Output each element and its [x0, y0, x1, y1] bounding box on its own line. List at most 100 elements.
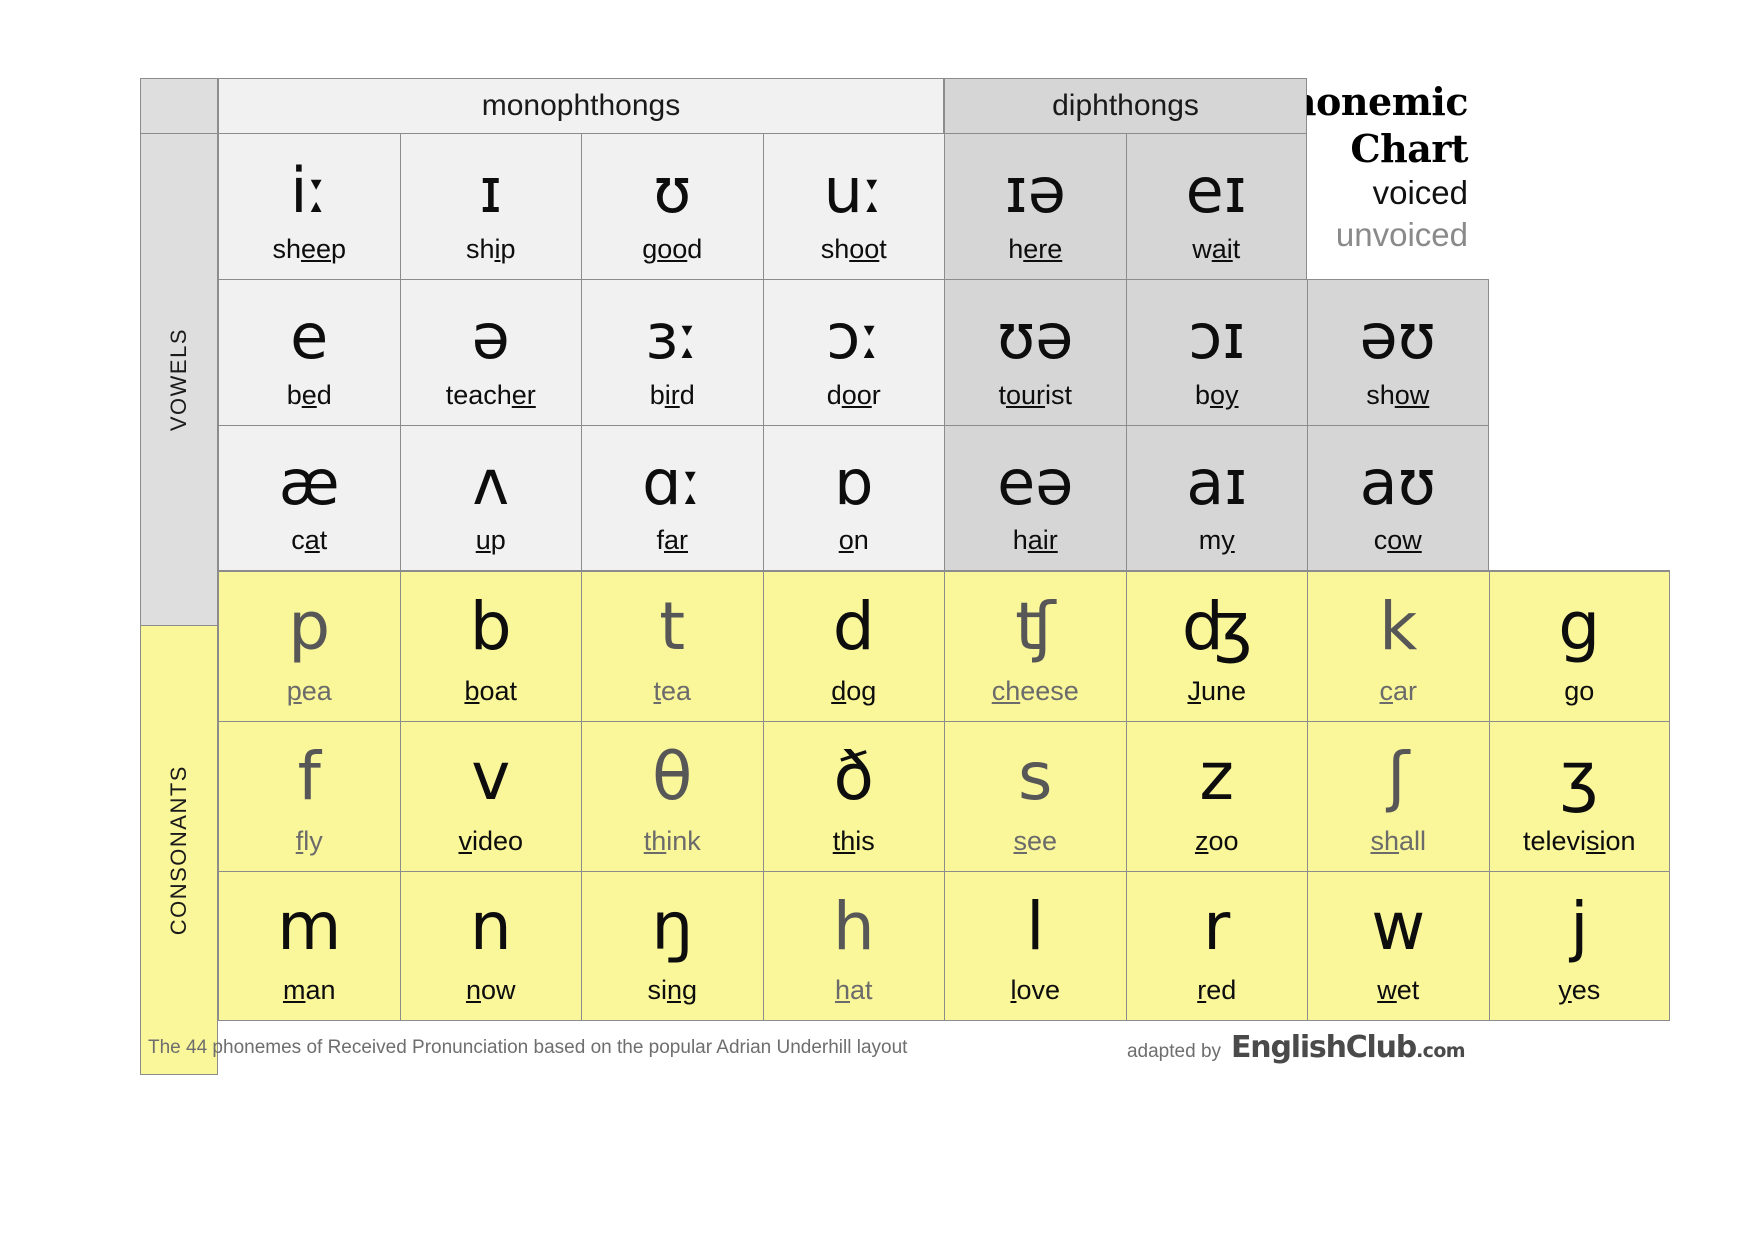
- phoneme-symbol: b: [469, 588, 512, 665]
- phoneme-symbol: w: [1371, 888, 1426, 965]
- phoneme-example-word: sing: [647, 975, 698, 1005]
- phoneme-symbol: t: [659, 588, 686, 665]
- phoneme-example-word: good: [642, 234, 703, 264]
- phoneme-symbol: ə: [471, 300, 510, 373]
- phoneme-example-word: hair: [1012, 525, 1058, 555]
- phoneme-symbol: eə: [997, 446, 1074, 519]
- phoneme-symbol: æ: [278, 446, 340, 519]
- phoneme-example-word: see: [1013, 826, 1058, 856]
- phoneme-symbol: n: [469, 888, 512, 965]
- phoneme-example-word: boy: [1194, 380, 1239, 410]
- phoneme-cell-ʊə[interactable]: ʊə tourist: [944, 279, 1126, 425]
- footer-credit: adapted by EnglishClub.com: [1126, 1030, 1466, 1065]
- rail-label-consonants: CONSONANTS: [140, 625, 218, 1075]
- phoneme-cell-ɪ[interactable]: ɪ ship: [399, 133, 581, 279]
- phoneme-cell-ɔː[interactable]: ɔː door: [762, 279, 944, 425]
- phoneme-symbol: k: [1379, 588, 1418, 665]
- phoneme-example-word: door: [826, 380, 881, 410]
- phoneme-cell-ʧ[interactable]: ʧ cheese: [944, 571, 1126, 721]
- phoneme-cell-ð[interactable]: ð this: [762, 721, 944, 871]
- phoneme-cell-r[interactable]: r red: [1125, 871, 1307, 1021]
- phoneme-example-word: dog: [831, 676, 877, 706]
- adapted-by-label: adapted by: [1126, 1041, 1222, 1062]
- phoneme-symbol: eɪ: [1185, 154, 1247, 227]
- phoneme-example-word: shoot: [820, 234, 887, 264]
- phoneme-cell-ʌ[interactable]: ʌ up: [399, 425, 581, 571]
- phoneme-example-word: boat: [464, 676, 518, 706]
- phoneme-example-word: on: [838, 525, 869, 555]
- grid-cell-empty: [1307, 133, 1489, 279]
- phoneme-cell-w[interactable]: w wet: [1307, 871, 1489, 1021]
- phoneme-cell-iː[interactable]: iː sheep: [218, 133, 400, 279]
- phoneme-example-word: bird: [649, 380, 695, 410]
- phoneme-cell-m[interactable]: m man: [218, 871, 400, 1021]
- phoneme-symbol: ŋ: [651, 888, 694, 965]
- phoneme-cell-θ[interactable]: θ think: [581, 721, 763, 871]
- phoneme-cell-ɒ[interactable]: ɒ on: [762, 425, 944, 571]
- phoneme-cell-ɔɪ[interactable]: ɔɪ boy: [1125, 279, 1307, 425]
- phoneme-cell-ʊ[interactable]: ʊ good: [581, 133, 763, 279]
- phoneme-cell-p[interactable]: p pea: [218, 571, 400, 721]
- phoneme-example-word: here: [1008, 234, 1063, 264]
- phoneme-cell-ɜː[interactable]: ɜː bird: [581, 279, 763, 425]
- phoneme-symbol: ɑː: [642, 446, 703, 519]
- phoneme-cell-ʤ[interactable]: ʤ June: [1125, 571, 1307, 721]
- phoneme-cell-e[interactable]: e bed: [218, 279, 400, 425]
- phoneme-cell-uː[interactable]: uː shoot: [762, 133, 944, 279]
- phoneme-cell-z[interactable]: z zoo: [1125, 721, 1307, 871]
- phoneme-cell-ɪə[interactable]: ɪə here: [944, 133, 1126, 279]
- phoneme-symbol: aʊ: [1359, 446, 1436, 519]
- phoneme-cell-æ[interactable]: æ cat: [218, 425, 400, 571]
- phoneme-example-word: television: [1522, 826, 1636, 856]
- phoneme-symbol: ʌ: [472, 446, 510, 519]
- phoneme-example-word: now: [465, 975, 516, 1005]
- phoneme-example-word: sheep: [272, 234, 347, 264]
- phoneme-example-word: fly: [295, 826, 323, 856]
- phoneme-symbol: s: [1018, 738, 1053, 815]
- vowel-row: e bed ə teacher ɜː bird ɔː door ʊə tourist ɔɪ boy əʊ…: [140, 279, 1755, 425]
- phoneme-cell-aɪ[interactable]: aɪ my: [1125, 425, 1307, 571]
- phoneme-cell-eə[interactable]: eə hair: [944, 425, 1126, 571]
- phoneme-example-word: wait: [1192, 234, 1241, 264]
- rail-header-spacer: [140, 78, 218, 133]
- phoneme-symbol: aɪ: [1186, 446, 1248, 519]
- phoneme-cell-ʃ[interactable]: ʃ shall: [1307, 721, 1489, 871]
- phoneme-cell-l[interactable]: l love: [944, 871, 1126, 1021]
- phonemic-chart-page: Phonemic Chart voiced unvoiced monophtho…: [0, 0, 1755, 1240]
- phoneme-cell-ʒ[interactable]: ʒ television: [1488, 721, 1670, 871]
- phoneme-cell-j[interactable]: j yes: [1488, 871, 1670, 1021]
- phoneme-example-word: man: [282, 975, 336, 1005]
- phoneme-cell-ŋ[interactable]: ŋ sing: [581, 871, 763, 1021]
- englishclub-logo[interactable]: EnglishClub.com: [1231, 1030, 1466, 1065]
- phoneme-symbol: ʊə: [997, 300, 1074, 373]
- phoneme-example-word: teacher: [445, 380, 536, 410]
- phoneme-example-word: far: [656, 525, 689, 555]
- phoneme-cell-əʊ[interactable]: əʊ show: [1307, 279, 1489, 425]
- phoneme-cell-t[interactable]: t tea: [581, 571, 763, 721]
- grid-cell-empty: [1488, 425, 1670, 571]
- phoneme-cell-aʊ[interactable]: aʊ cow: [1307, 425, 1489, 571]
- phoneme-example-word: show: [1366, 380, 1430, 410]
- phoneme-cell-eɪ[interactable]: eɪ wait: [1125, 133, 1307, 279]
- phoneme-example-word: cow: [1373, 525, 1422, 555]
- phoneme-cell-b[interactable]: b boat: [399, 571, 581, 721]
- phoneme-cell-f[interactable]: f fly: [218, 721, 400, 871]
- phoneme-cell-d[interactable]: d dog: [762, 571, 944, 721]
- phoneme-cell-ə[interactable]: ə teacher: [399, 279, 581, 425]
- phoneme-cell-s[interactable]: s see: [944, 721, 1126, 871]
- phoneme-symbol: ɪə: [1004, 154, 1066, 227]
- phoneme-symbol: d: [832, 588, 875, 665]
- phoneme-cell-g[interactable]: g go: [1488, 571, 1670, 721]
- band-spacer: [1307, 78, 1670, 133]
- phoneme-example-word: bed: [286, 380, 332, 410]
- phoneme-cell-h[interactable]: h hat: [762, 871, 944, 1021]
- grid-cell-empty: [1489, 279, 1671, 425]
- phoneme-symbol: ʤ: [1181, 588, 1252, 665]
- phoneme-cell-v[interactable]: v video: [399, 721, 581, 871]
- phoneme-example-word: car: [1379, 676, 1417, 706]
- phoneme-symbol: h: [832, 888, 875, 965]
- phoneme-cell-k[interactable]: k car: [1307, 571, 1489, 721]
- phoneme-cell-n[interactable]: n now: [399, 871, 581, 1021]
- phoneme-cell-ɑː[interactable]: ɑː far: [581, 425, 763, 571]
- phoneme-example-word: shall: [1370, 826, 1427, 856]
